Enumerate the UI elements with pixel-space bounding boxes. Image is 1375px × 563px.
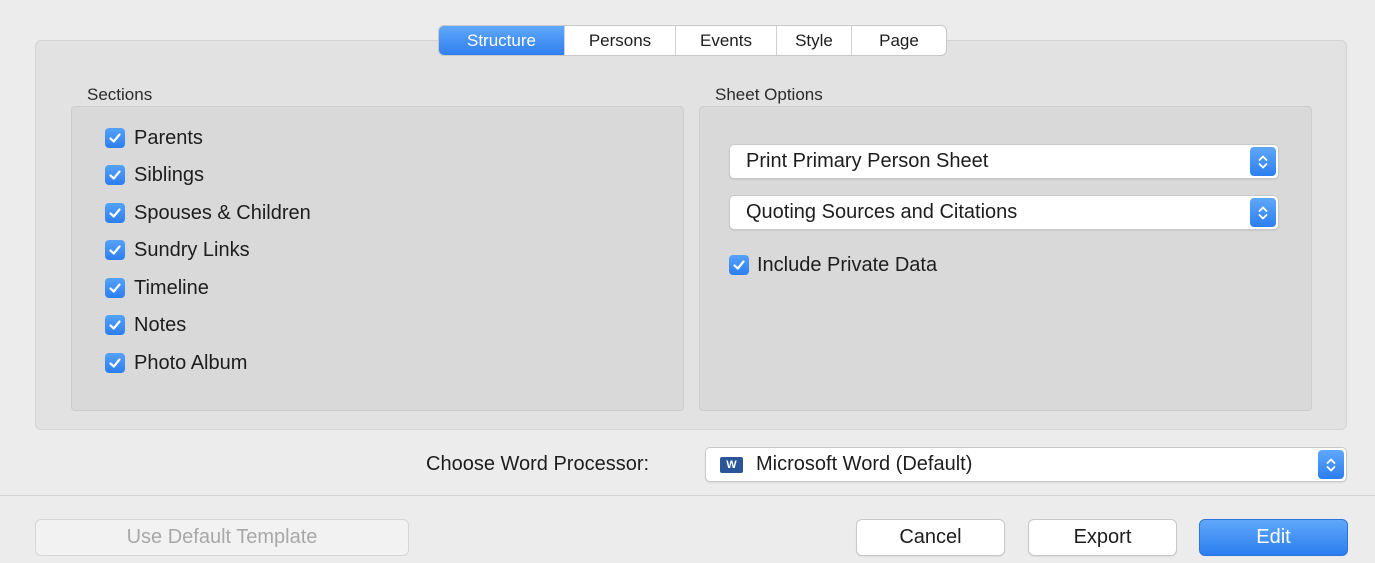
checkbox-label: Timeline bbox=[134, 276, 209, 299]
word-processor-label: Choose Word Processor: bbox=[426, 453, 650, 475]
checkmark-icon[interactable] bbox=[105, 203, 125, 223]
word-icon: W bbox=[720, 457, 743, 473]
sections-title: Sections bbox=[87, 85, 153, 104]
checkmark-icon[interactable] bbox=[105, 240, 125, 260]
sources-popup[interactable]: Quoting Sources and Citations bbox=[729, 195, 1279, 230]
checkbox-sundry-links[interactable]: Sundry Links bbox=[105, 237, 250, 263]
checkbox-label: Include Private Data bbox=[757, 253, 938, 276]
up-down-arrows-icon[interactable] bbox=[1250, 198, 1276, 227]
word-processor-value: Microsoft Word (Default) bbox=[756, 453, 973, 475]
checkmark-icon[interactable] bbox=[105, 278, 125, 298]
checkbox-spouses-children[interactable]: Spouses & Children bbox=[105, 200, 311, 226]
checkbox-label: Spouses & Children bbox=[134, 201, 311, 224]
checkbox-timeline[interactable]: Timeline bbox=[105, 275, 209, 301]
divider bbox=[0, 495, 1375, 496]
tab-bar: Structure Persons Events Style Page bbox=[438, 25, 947, 56]
word-processor-popup[interactable]: W Microsoft Word (Default) bbox=[705, 447, 1347, 482]
checkbox-notes[interactable]: Notes bbox=[105, 312, 186, 338]
print-sheet-value: Print Primary Person Sheet bbox=[746, 150, 989, 172]
checkbox-parents[interactable]: Parents bbox=[105, 125, 203, 151]
checkbox-photo-album[interactable]: Photo Album bbox=[105, 350, 247, 376]
up-down-arrows-icon[interactable] bbox=[1318, 450, 1344, 479]
tab-persons[interactable]: Persons bbox=[565, 26, 676, 55]
checkbox-label: Notes bbox=[134, 313, 187, 336]
checkmark-icon[interactable] bbox=[105, 128, 125, 148]
checkmark-icon[interactable] bbox=[105, 315, 125, 335]
checkbox-label: Photo Album bbox=[134, 351, 248, 374]
checkmark-icon[interactable] bbox=[105, 165, 125, 185]
checkbox-siblings[interactable]: Siblings bbox=[105, 162, 204, 188]
print-sheet-popup[interactable]: Print Primary Person Sheet bbox=[729, 144, 1279, 179]
checkbox-label: Parents bbox=[134, 126, 203, 149]
sheet-options-title: Sheet Options bbox=[715, 85, 823, 104]
tab-style[interactable]: Style bbox=[777, 26, 852, 55]
tab-events[interactable]: Events bbox=[676, 26, 777, 55]
checkbox-include-private-data[interactable]: Include Private Data bbox=[729, 252, 937, 278]
checkbox-label: Siblings bbox=[134, 163, 205, 186]
export-button[interactable]: Export bbox=[1028, 519, 1177, 556]
use-default-template-button[interactable]: Use Default Template bbox=[35, 519, 409, 556]
up-down-arrows-icon[interactable] bbox=[1250, 147, 1276, 176]
tab-structure[interactable]: Structure bbox=[439, 26, 565, 55]
cancel-button[interactable]: Cancel bbox=[856, 519, 1005, 556]
checkmark-icon[interactable] bbox=[729, 255, 749, 275]
edit-button[interactable]: Edit bbox=[1199, 519, 1348, 556]
checkbox-label: Sundry Links bbox=[134, 238, 250, 261]
tab-page[interactable]: Page bbox=[852, 26, 946, 55]
sources-value: Quoting Sources and Citations bbox=[746, 201, 1018, 223]
checkmark-icon[interactable] bbox=[105, 353, 125, 373]
